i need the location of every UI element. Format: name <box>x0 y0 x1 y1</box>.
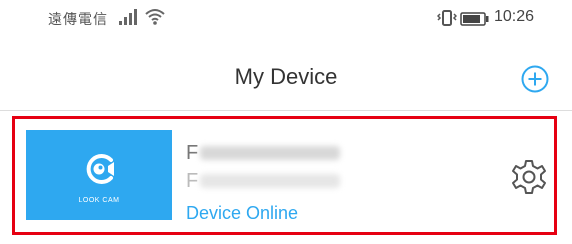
lookcam-logo-icon <box>86 154 114 184</box>
device-name-prefix: F <box>186 142 199 164</box>
device-thumbnail: LOOK CAM <box>26 130 172 220</box>
device-id-blurred <box>200 174 340 188</box>
lookcam-brand-text: LOOK CAM <box>78 197 120 204</box>
device-id-prefix: F <box>186 170 199 192</box>
carrier-name: 遠傳電信 <box>48 11 108 27</box>
device-status: Device Online <box>186 203 299 223</box>
battery-icon <box>460 12 489 26</box>
header: My Device <box>0 36 572 111</box>
add-device-button[interactable] <box>521 65 549 93</box>
wifi-icon <box>145 9 165 25</box>
signal-icon <box>119 9 137 25</box>
device-id: F <box>186 169 340 193</box>
device-name-blurred <box>200 146 340 160</box>
page-title: My Device <box>234 64 338 89</box>
device-name: F <box>186 141 340 165</box>
device-card[interactable]: LOOK CAM F F Device Online <box>12 116 557 235</box>
gear-icon[interactable] <box>510 158 548 196</box>
status-bar: 遠傳電信 10:26 <box>0 0 572 36</box>
status-time: 10:26 <box>494 8 535 25</box>
vibrate-icon <box>437 10 457 26</box>
